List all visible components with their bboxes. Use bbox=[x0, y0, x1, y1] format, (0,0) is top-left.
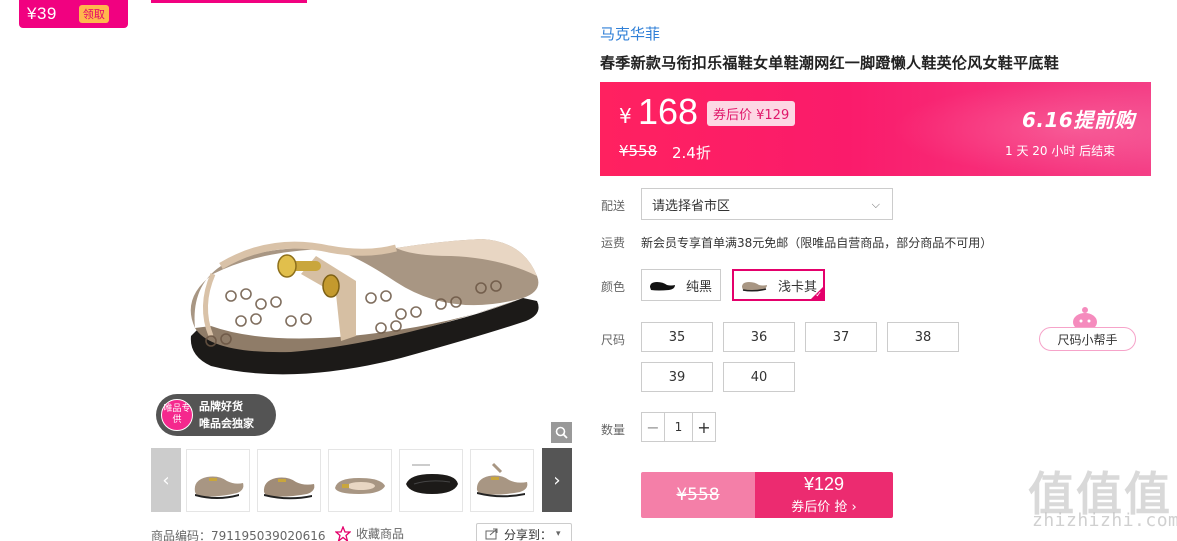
quantity-increase-button[interactable]: + bbox=[693, 413, 715, 441]
promo-countdown: 1 天 20 小时 后结束 bbox=[1005, 144, 1116, 158]
magnifier-icon bbox=[555, 426, 568, 439]
shoe-illustration bbox=[190, 239, 539, 375]
thumbnail-3[interactable] bbox=[328, 449, 392, 512]
size-helper-button[interactable]: 尺码小帮手 bbox=[1039, 327, 1136, 351]
region-select-value: 请选择省市区 bbox=[652, 198, 731, 214]
buy-coupon-price: ¥129 bbox=[803, 474, 845, 494]
brand-tag-badge: 唯品专供 bbox=[161, 399, 193, 431]
chevron-down-icon: ⌵ bbox=[871, 198, 880, 211]
black-shoe-swatch bbox=[646, 273, 678, 297]
thumbnail-next-button[interactable]: › bbox=[542, 448, 572, 512]
brand-tag-line1: 品牌好货 bbox=[199, 400, 243, 413]
chevron-down-icon: ▾ bbox=[556, 529, 561, 539]
main-product-image[interactable] bbox=[151, 36, 572, 444]
buy-now-button[interactable]: ¥129 券后价 抢 › bbox=[755, 472, 893, 518]
chevron-left-icon: ‹ bbox=[162, 469, 170, 491]
thumbnail-1[interactable] bbox=[186, 449, 250, 512]
quantity-label: 数量 bbox=[601, 423, 626, 437]
favorite-label: 收藏商品 bbox=[356, 527, 405, 541]
zoom-button[interactable] bbox=[551, 422, 572, 443]
size-label: 尺码 bbox=[601, 333, 626, 347]
check-icon: ✓ bbox=[815, 290, 822, 299]
color-option-label: 纯黑 bbox=[686, 279, 713, 295]
buy-sub-label: 券后价 抢 › bbox=[791, 500, 857, 515]
watermark-url: zhizhizhi.com bbox=[1032, 510, 1177, 531]
brand-exclusive-tag: 唯品专供 品牌好货 唯品会独家 bbox=[156, 394, 276, 436]
discount-rate: 2.4折 bbox=[672, 144, 711, 162]
color-option-black[interactable]: 纯黑 bbox=[641, 269, 721, 301]
thumbnail-5[interactable] bbox=[470, 449, 534, 512]
brand-link[interactable]: 马克华菲 bbox=[600, 23, 660, 44]
share-icon bbox=[485, 528, 498, 540]
tab-accent-bar bbox=[151, 0, 307, 3]
region-select[interactable]: 请选择省市区 ⌵ bbox=[641, 188, 893, 220]
coupon-badge[interactable]: ¥39 领取 bbox=[19, 0, 128, 28]
quantity-input[interactable]: 1 bbox=[664, 413, 693, 441]
size-option[interactable]: 39 bbox=[641, 362, 713, 392]
share-button[interactable]: 分享到： ▾ bbox=[476, 523, 572, 541]
khaki-shoe-swatch bbox=[738, 273, 770, 297]
size-option[interactable]: 38 bbox=[887, 322, 959, 352]
chevron-right-icon: › bbox=[553, 469, 561, 491]
brand-tag-line2: 唯品会独家 bbox=[199, 417, 254, 430]
quantity-decrease-button[interactable]: − bbox=[642, 413, 664, 441]
shoe-thumb-image bbox=[335, 478, 385, 494]
coupon-claim-button[interactable]: 领取 bbox=[78, 5, 109, 23]
shoe-thumb-image bbox=[476, 462, 528, 498]
coupon-amount: ¥39 bbox=[27, 4, 57, 23]
size-option[interactable]: 37 bbox=[805, 322, 877, 352]
size-option[interactable]: 36 bbox=[723, 322, 795, 352]
shipping-label: 运费 bbox=[601, 236, 626, 250]
quantity-stepper: − 1 + bbox=[641, 412, 716, 442]
favorite-button[interactable]: 收藏商品 bbox=[335, 525, 404, 541]
shoe-thumb-image bbox=[406, 464, 458, 494]
shoe-thumb-image bbox=[194, 476, 244, 499]
price-currency: ¥ bbox=[619, 104, 632, 128]
size-option[interactable]: 40 bbox=[723, 362, 795, 392]
price-banner: ¥ 168 券后价 ¥129 ¥558 2.4折 6.16提前购 1 天 20 … bbox=[600, 82, 1151, 176]
thumbnail-4[interactable] bbox=[399, 449, 463, 512]
delivery-label: 配送 bbox=[601, 199, 626, 213]
shoe-thumb-image bbox=[263, 477, 315, 500]
thumbnail-prev-button[interactable]: ‹ bbox=[151, 448, 181, 512]
color-option-khaki[interactable]: 浅卡其 ✓ bbox=[732, 269, 825, 301]
coupon-price-badge: 券后价 ¥129 bbox=[707, 101, 796, 126]
size-option[interactable]: 35 bbox=[641, 322, 713, 352]
sale-price: 168 bbox=[638, 91, 699, 132]
shipping-text: 新会员专享首单满38元免邮（限唯品自营商品，部分商品不可用） bbox=[641, 236, 993, 250]
share-label: 分享到： bbox=[504, 527, 553, 541]
product-title: 春季新款马衔扣乐福鞋女单鞋潮网红一脚蹬懒人鞋英伦风女鞋平底鞋 bbox=[600, 54, 1060, 72]
buy-original-price[interactable]: ¥558 bbox=[641, 472, 755, 518]
promo-title: 6.16提前购 bbox=[1022, 108, 1135, 132]
star-icon bbox=[335, 525, 351, 541]
product-sku: 商品编码：791195039020616 bbox=[151, 529, 326, 541]
original-price: ¥558 bbox=[619, 142, 658, 160]
color-label: 颜色 bbox=[601, 280, 626, 294]
thumbnail-2[interactable] bbox=[257, 449, 321, 512]
